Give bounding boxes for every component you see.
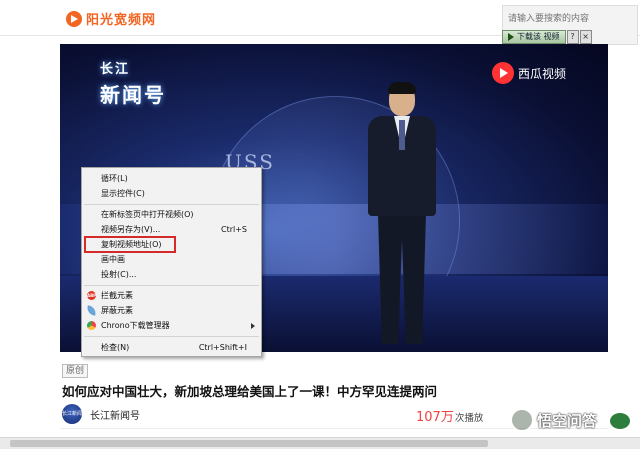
- play-count: 107万 次播放: [416, 406, 483, 425]
- badge-line-2: 新闻号: [100, 83, 166, 107]
- download-video-label: 下载该 视频: [517, 32, 560, 41]
- avatar[interactable]: 长江新闻号: [62, 404, 82, 437]
- menu-separator: [84, 336, 259, 337]
- highlight-box: [84, 236, 176, 253]
- menu-item-label: Chrono下载管理器: [101, 321, 170, 330]
- horizontal-scrollbar[interactable]: [0, 437, 640, 449]
- anchor-legs: [378, 214, 426, 344]
- adblock-icon: ABP: [87, 291, 97, 300]
- search-input[interactable]: [508, 11, 634, 27]
- xigua-watermark-text: 西瓜视频: [518, 66, 567, 81]
- site-logo-text: 阳光宽频网: [86, 13, 157, 28]
- wukong-logo-icon: [510, 408, 534, 432]
- wukong-watermark-text: 悟空问答: [537, 411, 598, 430]
- video-overlay-badge: 长江 新闻号: [100, 58, 166, 108]
- menu-separator: [84, 285, 259, 286]
- menu-item-shortcut: Ctrl+S: [220, 225, 247, 234]
- menu-item-inspect[interactable]: 检查(N) Ctrl+Shift+I: [82, 341, 261, 354]
- menu-separator: [84, 204, 259, 205]
- video-download-bar: 下载该 视频 ? ×: [502, 30, 592, 44]
- play-logo-icon: [66, 10, 82, 27]
- menu-item-block-element[interactable]: ABP 拦截元素: [82, 289, 261, 302]
- news-anchor-figure: [364, 82, 440, 352]
- play-count-number: 107万: [416, 410, 454, 425]
- menu-item-shortcut: Ctrl+Shift+I: [198, 343, 247, 352]
- chrono-icon: [87, 321, 96, 330]
- scrollbar-thumb[interactable]: [10, 440, 488, 447]
- xigua-watermark: 西瓜视频: [492, 62, 566, 84]
- video-title[interactable]: 如何应对中国壮大，新加坡总理给美国上了一课！中方罕见连提两问: [62, 381, 437, 400]
- menu-item-save-video-as[interactable]: 视频另存为(V)... Ctrl+S: [82, 223, 261, 236]
- menu-item-cast[interactable]: 投射(C)...: [82, 268, 261, 281]
- menu-item-hide-element[interactable]: 屏蔽元素: [82, 304, 261, 317]
- menu-item-chrono-download-manager[interactable]: Chrono下载管理器: [82, 319, 261, 332]
- context-menu: 循环(L) 显示控件(C) 在新标签页中打开视频(O) 视频另存为(V)... C…: [81, 167, 262, 357]
- menu-item-label: 画中画: [101, 255, 125, 264]
- badge-line-1: 长江: [100, 62, 131, 77]
- original-tag: 原创: [62, 364, 89, 378]
- author-name[interactable]: 长江新闻号: [90, 407, 140, 422]
- bird-mascot-icon: [610, 413, 630, 429]
- menu-item-loop[interactable]: 循环(L): [82, 172, 261, 185]
- menu-item-show-controls[interactable]: 显示控件(C): [82, 187, 261, 200]
- menu-item-label: 屏蔽元素: [101, 306, 133, 315]
- page: 阳光宽频网 下载该 视频 ? × USS 长江 新闻号 西瓜视频: [0, 0, 640, 451]
- menu-item-label: 拦截元素: [101, 291, 133, 300]
- menu-item-label: 视频另存为(V)...: [101, 225, 161, 234]
- menu-item-picture-in-picture[interactable]: 画中画: [82, 253, 261, 266]
- help-button[interactable]: ?: [566, 30, 579, 44]
- play-count-unit: 次播放: [454, 413, 484, 424]
- xigua-logo-icon: [492, 62, 514, 84]
- wukong-watermark: 悟空问答: [510, 408, 597, 432]
- menu-item-label: 显示控件(C): [101, 189, 145, 198]
- play-arrow-icon: [508, 33, 514, 41]
- author-row: 长江新闻号 长江新闻号: [62, 404, 140, 437]
- leaf-icon: [86, 305, 97, 316]
- anchor-hair: [388, 82, 416, 94]
- menu-item-open-video-new-tab[interactable]: 在新标签页中打开视频(O): [82, 208, 261, 221]
- site-logo[interactable]: 阳光宽频网: [66, 9, 156, 28]
- anchor-tie: [399, 120, 405, 150]
- menu-item-label: 循环(L): [101, 174, 128, 183]
- menu-item-label: 在新标签页中打开视频(O): [101, 210, 194, 219]
- close-button[interactable]: ×: [579, 30, 592, 44]
- submenu-arrow-icon: [251, 323, 255, 329]
- menu-item-label: 检查(N): [101, 343, 130, 352]
- menu-item-label: 投射(C)...: [101, 270, 137, 279]
- download-video-button[interactable]: 下载该 视频: [502, 30, 566, 44]
